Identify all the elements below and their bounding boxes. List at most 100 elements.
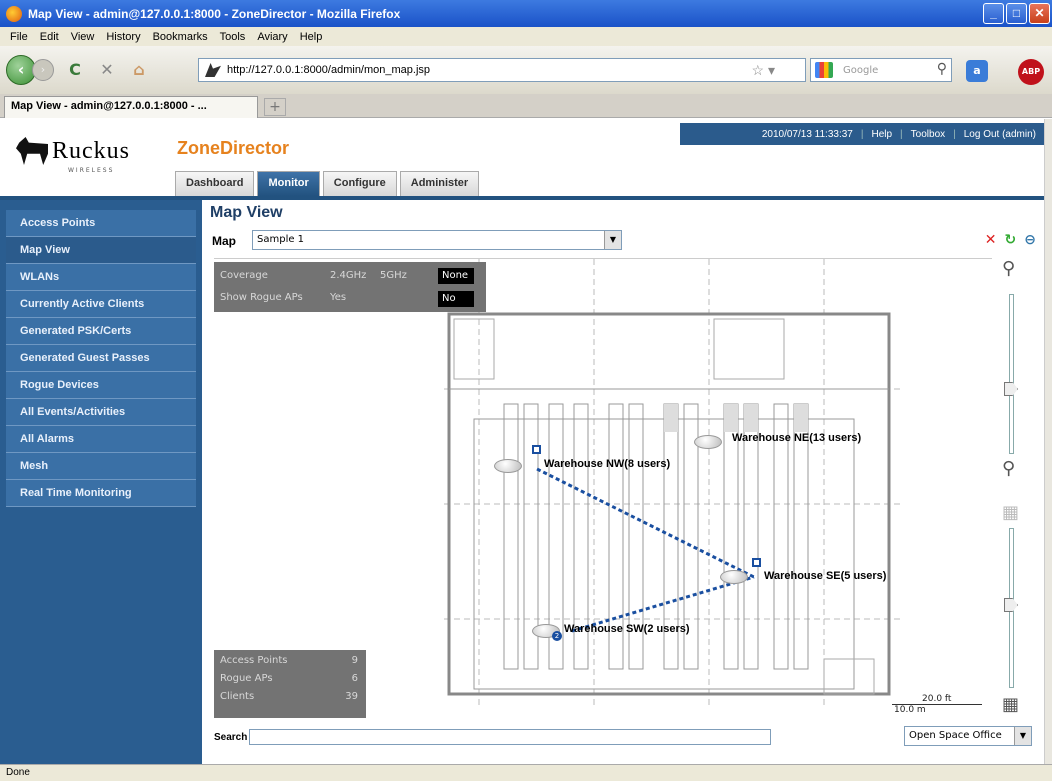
ap-icon-warehouse-se[interactable] [720,570,748,584]
chevron-down-icon[interactable]: ▼ [604,231,621,249]
map-scale: 20.0 ft 10.0 m [892,694,982,715]
sidebar-item-access-points[interactable]: Access Points [6,210,196,237]
maximize-button[interactable]: □ [1006,3,1027,24]
stop-icon[interactable]: ✕ [96,59,118,81]
rogue-option-no[interactable]: No [438,291,474,307]
search-input[interactable] [249,729,772,745]
browser-search-input[interactable]: Google ⚲ [810,58,952,82]
mesh-hop-badge-icon: 2 [552,631,562,641]
tab-administer[interactable]: Administer [399,171,480,196]
stat-value: 39 [345,691,358,702]
forward-button[interactable]: › [32,59,54,81]
ap-icon-warehouse-ne[interactable] [694,435,722,449]
sidebar-item-psk-certs[interactable]: Generated PSK/Certs [6,318,196,345]
page-title: Map View [210,204,283,221]
sidebar-item-active-clients[interactable]: Currently Active Clients [6,291,196,318]
help-link[interactable]: Help [871,129,892,140]
ruckus-logo: Ruckus WIRELESS [16,137,130,174]
menu-tools[interactable]: Tools [214,31,252,43]
ap-label-warehouse-se[interactable]: Warehouse SE(5 users) [764,570,886,582]
sidebar: Access Points Map View WLANs Currently A… [0,200,202,764]
menu-file[interactable]: File [4,31,34,43]
menu-help[interactable]: Help [294,31,329,43]
map-search: Search [214,729,772,745]
tab-monitor[interactable]: Monitor [257,171,320,196]
tab-configure[interactable]: Configure [322,171,397,196]
floorplan [444,259,904,709]
ap-label-warehouse-ne[interactable]: Warehouse NE(13 users) [732,432,861,444]
sidebar-item-alarms[interactable]: All Alarms [6,426,196,453]
sidebar-item-events[interactable]: All Events/Activities [6,399,196,426]
sidebar-item-wlans[interactable]: WLANs [6,264,196,291]
delete-map-icon[interactable]: ✕ [985,232,997,248]
reload-icon[interactable]: C [64,59,86,81]
menu-bookmarks[interactable]: Bookmarks [147,31,214,43]
map-select[interactable]: Sample 1 ▼ [252,230,622,250]
rogue-option-yes[interactable]: Yes [330,292,346,303]
main-content: Map View Map Sample 1 ▼ ✕ ↻ ⊖ Warehouse … [202,200,1044,764]
tab-dashboard[interactable]: Dashboard [175,171,255,196]
new-tab-button[interactable]: + [264,98,286,116]
site-favicon [205,63,221,77]
aviary-icon[interactable]: a [966,60,988,82]
settings-icon[interactable]: ⊖ [1024,232,1036,248]
sidebar-item-realtime[interactable]: Real Time Monitoring [6,480,196,507]
menu-aviary[interactable]: Aviary [251,31,293,43]
browser-tab-bar: Map View - admin@127.0.0.1:8000 - ... + [0,94,1052,118]
product-name: ZoneDirector [177,138,290,158]
map-select-value: Sample 1 [257,234,305,245]
page-scrollbar[interactable] [1044,119,1052,764]
sidebar-item-rogue-devices[interactable]: Rogue Devices [6,372,196,399]
coverage-option-5ghz[interactable]: 5GHz [380,270,420,281]
logout-link[interactable]: Log Out (admin) [964,129,1036,140]
zoom-controls: ⚲ ⚲ ▦ ▦ [998,258,1028,720]
coverage-panel: Coverage 2.4GHz 5GHz None Show Rogue APs… [214,262,486,312]
ap-icon-warehouse-nw[interactable] [494,459,522,473]
app-header: Ruckus WIRELESS ZoneDirector 2010/07/13 … [0,119,1044,200]
layer-icon[interactable]: ▦ [1002,502,1019,523]
scale-m: 10.0 m [892,704,982,715]
logo-subtext: WIRELESS [68,167,115,174]
opacity-slider-handle[interactable] [1004,598,1018,612]
browser-tab[interactable]: Map View - admin@127.0.0.1:8000 - ... [4,96,258,118]
scale-ft: 20.0 ft [922,694,952,704]
refresh-icon[interactable]: ↻ [1005,232,1017,248]
sidebar-item-guest-passes[interactable]: Generated Guest Passes [6,345,196,372]
tab-label: Map View - admin@127.0.0.1:8000 - ... [11,100,207,112]
zoom-in-icon[interactable]: ⚲ [1002,258,1015,279]
adblock-icon[interactable]: ABP [1018,59,1044,85]
search-placeholder: Google [843,64,879,76]
sidebar-item-map-view[interactable]: Map View [6,237,196,264]
stats-panel: Access Points 9 Rogue APs 6 Clients 39 [214,650,366,718]
chevron-down-icon[interactable]: ▼ [1014,727,1031,745]
ap-label-warehouse-sw[interactable]: Warehouse SW(2 users) [564,623,690,635]
stat-value: 9 [351,655,358,666]
zoom-slider[interactable] [1009,294,1014,454]
search-icon[interactable]: ⚲ [937,61,947,77]
map-canvas[interactable]: Warehouse NW(8 users) Warehouse NE(13 us… [214,258,992,720]
stat-label: Clients [220,691,255,702]
menu-view[interactable]: View [65,31,101,43]
home-icon[interactable]: ⌂ [128,59,150,81]
ap-label-warehouse-nw[interactable]: Warehouse NW(8 users) [544,458,670,470]
zoom-slider-handle[interactable] [1004,382,1018,396]
window-titlebar: Map View - admin@127.0.0.1:8000 - ZoneDi… [0,0,1052,27]
menu-history[interactable]: History [100,31,146,43]
coverage-option-24ghz[interactable]: 2.4GHz [330,270,380,281]
url-bar[interactable]: http://127.0.0.1:8000/admin/mon_map.jsp … [198,58,806,82]
coverage-option-none[interactable]: None [438,268,474,284]
minimize-button[interactable]: _ [983,3,1004,24]
toolbox-link[interactable]: Toolbox [911,129,945,140]
status-text: Done [6,767,30,778]
menu-edit[interactable]: Edit [34,31,65,43]
show-rogue-label: Show Rogue APs [220,292,303,303]
view-select[interactable]: Open Space Office ▼ [904,726,1032,746]
bookmark-star-icon[interactable]: ☆ ▾ [752,62,775,79]
zoom-out-icon[interactable]: ⚲ [1002,458,1015,479]
stat-value: 6 [351,673,358,684]
close-button[interactable]: ✕ [1029,3,1050,24]
map-label: Map [212,234,236,248]
dog-logo-icon [16,137,48,165]
pan-icon[interactable]: ▦ [1002,694,1019,715]
sidebar-item-mesh[interactable]: Mesh [6,453,196,480]
